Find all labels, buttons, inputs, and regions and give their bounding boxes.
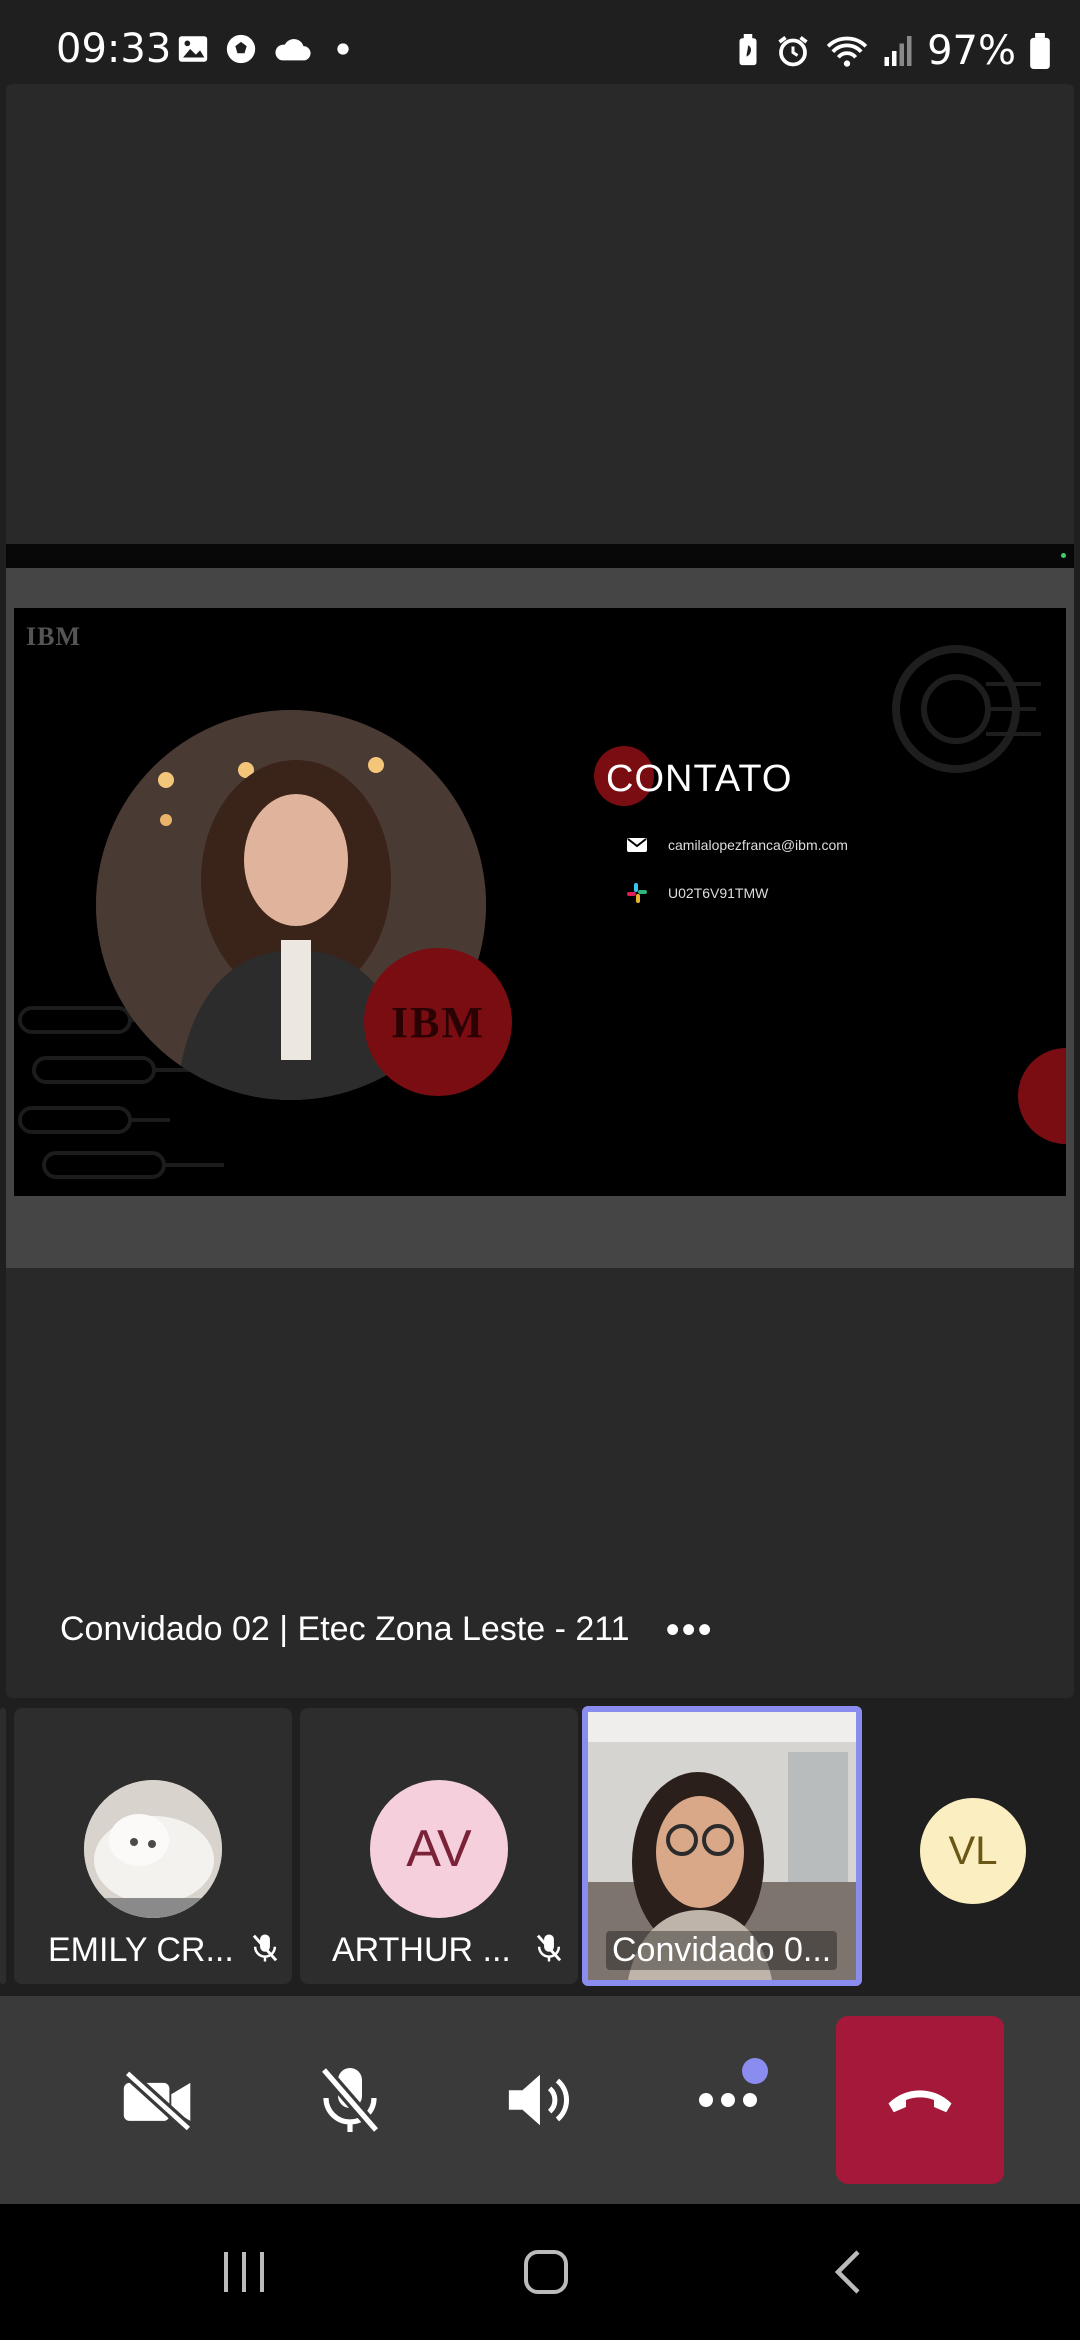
end-call-icon xyxy=(888,2090,952,2113)
participant-name: Convidado 0... xyxy=(606,1931,838,1970)
avatar: AV xyxy=(370,1780,508,1918)
speaker-icon xyxy=(508,2074,569,2126)
recent-apps-icon xyxy=(224,2252,264,2292)
gear-decoration xyxy=(892,645,1041,773)
recent-apps-button[interactable] xyxy=(184,2204,304,2340)
slide-title: CONTATO xyxy=(606,758,793,800)
signal-icon xyxy=(884,36,912,66)
notification-icons xyxy=(176,32,360,66)
mic-off-icon xyxy=(536,1934,562,1962)
contact-email: camilalopezfranca@ibm.com xyxy=(626,836,848,854)
battery-percent: 97% xyxy=(927,28,1016,74)
battery-icon xyxy=(1030,33,1050,69)
dot-icon xyxy=(337,43,349,55)
back-button[interactable] xyxy=(788,2204,908,2340)
contact-slack: U02T6V91TMW xyxy=(626,882,768,904)
cat-photo xyxy=(84,1780,222,1918)
notification-dot xyxy=(742,2058,768,2084)
battery-saver-icon xyxy=(739,34,757,66)
meeting-stage[interactable]: IBM IBM CONTATO camilalopezfranca@ibm.co… xyxy=(6,84,1074,1698)
participant-name: ARTHUR ... xyxy=(332,1931,511,1969)
meeting-more-button[interactable]: ••• xyxy=(666,1610,714,1650)
back-icon xyxy=(834,2250,860,2294)
speaker-button[interactable] xyxy=(478,1996,598,2204)
ibm-badge: IBM xyxy=(364,948,512,1096)
mic-off-icon xyxy=(252,1934,278,1962)
contact-email-text: camilalopezfranca@ibm.com xyxy=(668,837,848,853)
home-button[interactable] xyxy=(486,2204,606,2340)
soccer-ball-icon xyxy=(226,34,256,64)
participants-strip[interactable]: EMILY CR... AV ARTHUR ... Convidado 0...… xyxy=(0,1706,1080,1988)
home-icon xyxy=(524,2250,568,2294)
slack-icon xyxy=(627,883,647,903)
camera-toggle-button[interactable] xyxy=(98,1996,218,2204)
mic-toggle-button[interactable] xyxy=(290,1996,410,2204)
end-call-button[interactable] xyxy=(836,2016,1004,2184)
navigation-bar xyxy=(0,2204,1080,2340)
more-options-button[interactable] xyxy=(668,1996,788,2204)
screen-share-band xyxy=(6,544,1074,568)
meeting-title: Convidado 02 | Etec Zona Leste - 211 xyxy=(60,1610,630,1648)
participant-tile-convidado[interactable]: Convidado 0... xyxy=(582,1706,862,1986)
image-icon xyxy=(178,36,208,62)
ibm-badge-text: IBM xyxy=(391,997,485,1047)
cloud-icon xyxy=(275,39,311,61)
avatar xyxy=(84,1780,222,1918)
status-bar: 09:33 97% xyxy=(0,0,1080,84)
edge-red-circle xyxy=(1018,1048,1066,1144)
mail-icon xyxy=(627,838,647,852)
more-icon xyxy=(699,2093,757,2107)
share-indicator xyxy=(1061,553,1066,558)
status-time: 09:33 xyxy=(56,26,172,72)
shared-slide[interactable]: IBM IBM CONTATO camilalopezfranca@ibm.co… xyxy=(14,608,1066,1196)
contact-slack-text: U02T6V91TMW xyxy=(668,885,769,901)
participant-name: EMILY CR... xyxy=(48,1931,234,1969)
participant-avatar-vl[interactable]: VL xyxy=(920,1798,1026,1904)
participant-tile-partial xyxy=(0,1708,6,1984)
wifi-icon xyxy=(826,36,868,67)
meeting-title-row: Convidado 02 | Etec Zona Leste - 211 ••• xyxy=(60,1610,714,1650)
system-icons: 97% xyxy=(735,28,1050,74)
slide-logo: IBM xyxy=(26,622,81,651)
camera-off-icon xyxy=(123,2069,193,2133)
participant-tile-emily[interactable]: EMILY CR... xyxy=(14,1708,292,1984)
participant-tile-arthur[interactable]: AV ARTHUR ... xyxy=(300,1708,578,1984)
call-controls xyxy=(0,1996,1080,2204)
mic-off-icon xyxy=(319,2066,381,2134)
alarm-icon xyxy=(778,36,808,67)
